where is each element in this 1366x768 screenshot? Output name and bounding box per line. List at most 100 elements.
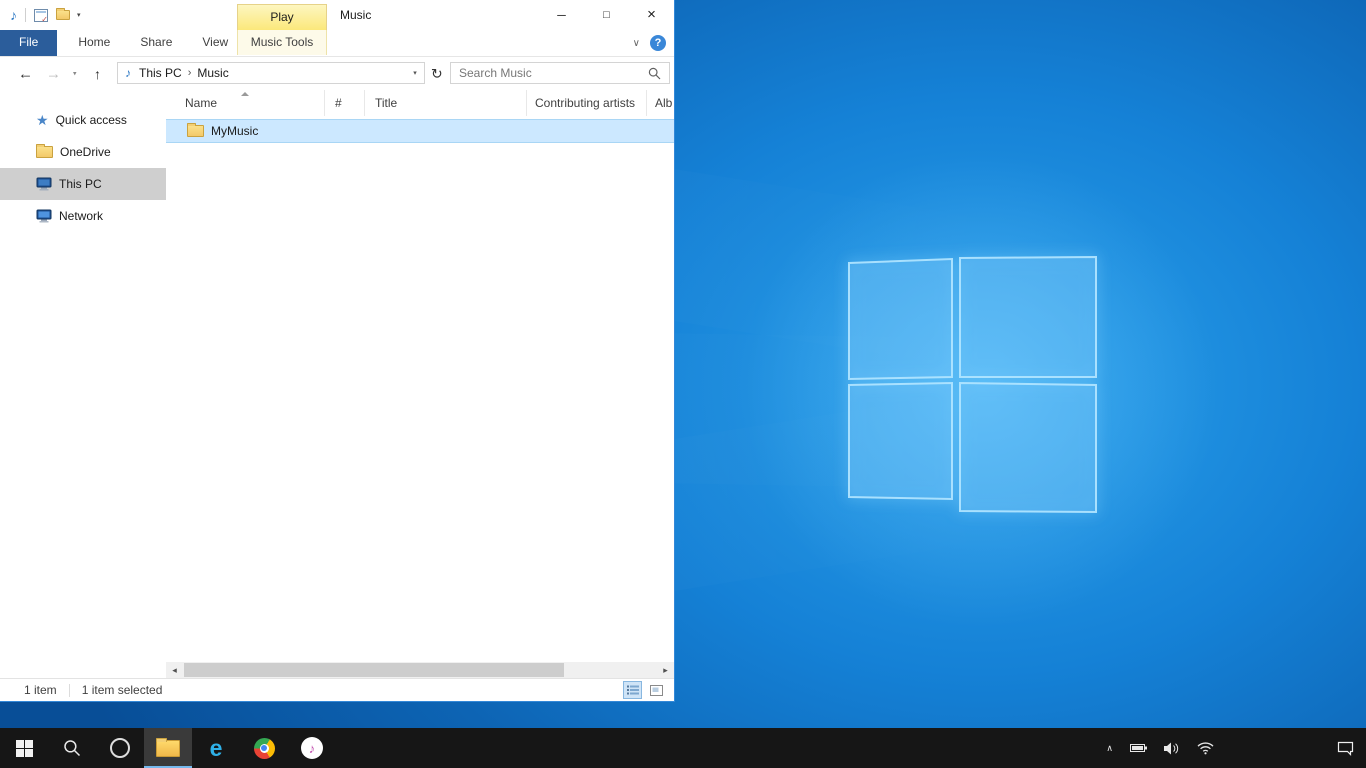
- scroll-left-icon[interactable]: ◂: [166, 662, 183, 678]
- action-center-button[interactable]: [1337, 728, 1354, 768]
- navigation-toolbar: ← → ▾ ↑ ♪ This PC › Music ▾ ↻: [0, 57, 674, 91]
- sidebar-item-label: Network: [59, 209, 103, 223]
- ribbon-right-controls: ∨ ?: [633, 30, 666, 56]
- qat-new-folder-icon[interactable]: [56, 10, 70, 20]
- chrome-icon: [254, 738, 275, 759]
- selection-count: 1 item selected: [82, 683, 163, 697]
- view-toggles: [623, 681, 666, 699]
- file-name: MyMusic: [211, 124, 258, 138]
- taskbar-music-app-button[interactable]: ♪: [288, 728, 336, 768]
- large-icons-view-icon: [650, 685, 663, 696]
- ribbon-tab-row: File Home Share View Music Tools ∨ ?: [0, 30, 674, 57]
- maximize-button[interactable]: □: [584, 0, 629, 30]
- column-header-name[interactable]: Name: [166, 90, 325, 116]
- breadcrumb-separator-icon[interactable]: ›: [184, 67, 196, 79]
- file-explorer-window: ♪ ▾ Play Music ─ □ × File Home Share Vie…: [0, 0, 675, 702]
- scroll-right-icon[interactable]: ▸: [657, 662, 674, 678]
- back-button[interactable]: ←: [18, 67, 33, 82]
- qat-customize-chevron-icon[interactable]: ▾: [77, 11, 81, 19]
- titlebar[interactable]: ♪ ▾ Play Music ─ □ ×: [0, 0, 674, 30]
- music-app-icon: ♪: [301, 737, 323, 759]
- column-header-title[interactable]: Title: [365, 90, 527, 116]
- refresh-icon[interactable]: ↻: [431, 66, 443, 83]
- taskbar-file-explorer-button[interactable]: [144, 728, 192, 768]
- minimize-button[interactable]: ─: [539, 0, 584, 30]
- music-note-icon: ♪: [309, 742, 316, 755]
- computer-icon: [36, 177, 52, 191]
- column-label: Title: [375, 96, 397, 110]
- onedrive-folder-icon: [36, 146, 53, 158]
- system-tray: ∧: [1106, 728, 1214, 768]
- caption-buttons: ─ □ ×: [539, 0, 674, 30]
- taskbar: e ♪ ∧: [0, 728, 1366, 768]
- expand-ribbon-chevron-icon[interactable]: ∨: [633, 38, 640, 49]
- file-list: Name # Title Contributing artists Alb My…: [166, 90, 674, 678]
- wifi-icon[interactable]: [1197, 742, 1214, 755]
- battery-icon[interactable]: [1130, 743, 1147, 753]
- show-hidden-icons-chevron-icon[interactable]: ∧: [1106, 743, 1113, 754]
- sort-ascending-icon: [241, 92, 249, 96]
- tab-home[interactable]: Home: [63, 30, 125, 56]
- details-view-button[interactable]: [623, 681, 642, 699]
- search-box: [450, 62, 670, 84]
- address-bar[interactable]: ♪ This PC › Music ▾: [117, 62, 425, 84]
- main-area: ★ Quick access OneDrive This PC: [0, 90, 674, 678]
- sidebar-item-onedrive[interactable]: OneDrive: [0, 136, 166, 168]
- column-label: Contributing artists: [535, 96, 635, 110]
- tab-share[interactable]: Share: [125, 30, 187, 56]
- column-headers: Name # Title Contributing artists Alb: [166, 90, 674, 116]
- internet-explorer-icon: e: [210, 737, 223, 760]
- address-dropdown-chevron-icon[interactable]: ▾: [406, 69, 424, 77]
- contextual-tab-play[interactable]: Play: [237, 4, 327, 30]
- status-bar: 1 item 1 item selected: [0, 678, 674, 701]
- breadcrumb-music[interactable]: Music: [195, 66, 230, 80]
- start-button[interactable]: [0, 728, 48, 768]
- recent-locations-chevron-icon[interactable]: ▾: [73, 71, 77, 78]
- divider: [25, 8, 26, 22]
- search-icon[interactable]: [648, 67, 661, 80]
- cortana-button[interactable]: [96, 728, 144, 768]
- tab-file[interactable]: File: [0, 30, 57, 56]
- tab-music-tools[interactable]: Music Tools: [237, 30, 327, 55]
- search-input[interactable]: [451, 66, 648, 80]
- taskbar-chrome-button[interactable]: [240, 728, 288, 768]
- forward-button: →: [46, 67, 61, 82]
- divider: [69, 684, 70, 697]
- scrollbar-thumb[interactable]: [184, 663, 564, 677]
- windows-start-icon: [16, 740, 33, 757]
- column-label: Alb: [655, 96, 672, 110]
- sidebar-item-quick-access[interactable]: ★ Quick access: [0, 104, 166, 136]
- column-label: Name: [185, 96, 217, 110]
- music-note-app-icon: ♪: [10, 8, 17, 22]
- cortana-circle-icon: [110, 738, 130, 758]
- sidebar-item-network[interactable]: Network: [0, 200, 166, 232]
- file-explorer-icon: [156, 740, 180, 757]
- star-icon: ★: [36, 113, 49, 127]
- sidebar-item-label: This PC: [59, 177, 102, 191]
- details-view-icon: [627, 685, 639, 695]
- column-label: #: [335, 96, 342, 110]
- taskbar-internet-explorer-button[interactable]: e: [192, 728, 240, 768]
- qat-properties-icon[interactable]: [34, 9, 48, 22]
- tab-view[interactable]: View: [187, 30, 243, 56]
- close-button[interactable]: ×: [629, 0, 674, 30]
- breadcrumb-this-pc[interactable]: This PC: [137, 66, 184, 80]
- window-title: Music: [340, 0, 371, 30]
- column-header-album[interactable]: Alb: [647, 90, 674, 116]
- action-center-icon: [1337, 741, 1354, 756]
- column-header-contributing-artists[interactable]: Contributing artists: [527, 90, 647, 116]
- sidebar-item-this-pc[interactable]: This PC: [0, 168, 166, 200]
- up-button[interactable]: ↑: [94, 67, 101, 81]
- volume-icon[interactable]: [1164, 742, 1180, 755]
- network-icon: [36, 209, 52, 223]
- navigation-pane: ★ Quick access OneDrive This PC: [0, 90, 166, 678]
- column-header-number[interactable]: #: [325, 90, 365, 116]
- large-icons-view-button[interactable]: [647, 681, 666, 699]
- help-icon[interactable]: ?: [650, 35, 666, 51]
- horizontal-scrollbar[interactable]: ◂ ▸: [166, 662, 674, 678]
- search-icon: [63, 739, 81, 757]
- taskbar-search-button[interactable]: [48, 728, 96, 768]
- sidebar-item-label: OneDrive: [60, 145, 111, 159]
- item-count: 1 item: [24, 683, 57, 697]
- file-row-mymusic[interactable]: MyMusic: [166, 119, 674, 143]
